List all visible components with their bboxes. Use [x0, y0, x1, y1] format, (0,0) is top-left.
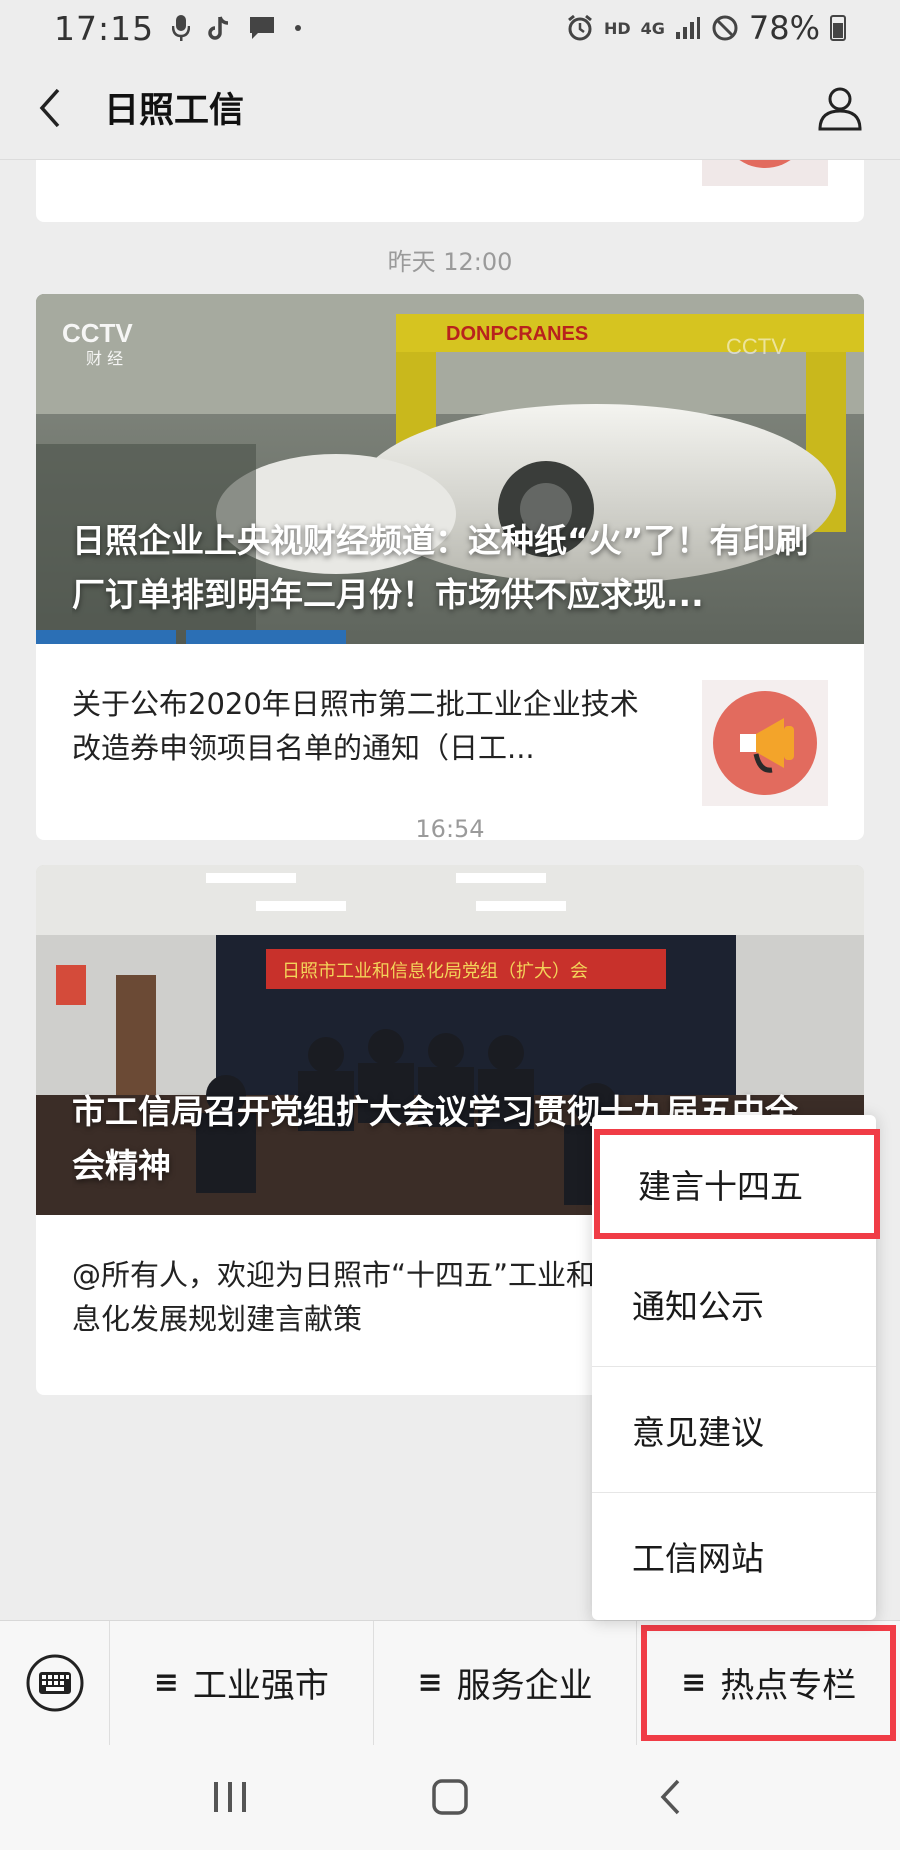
battery-icon — [830, 15, 846, 41]
hot-topics-submenu: 建言十四五 通知公示 意见建议 工信网站 — [592, 1115, 880, 1620]
submenu-item-suggestions[interactable]: 意见建议 — [592, 1367, 876, 1493]
dot-icon — [294, 24, 302, 32]
megaphone-icon — [713, 691, 817, 795]
system-navigation-bar — [0, 1744, 900, 1850]
sub-article[interactable]: 关于公布2020年日照市第二批工业企业技术改造券申领项目名单的通知（日工... — [36, 644, 864, 840]
menu-lines-icon: ≡ — [417, 1665, 443, 1700]
sub-article-title: 关于公布2020年日照市第二批工业企业技术改造券申领项目名单的通知（日工... — [72, 687, 639, 765]
status-left: 17:15 — [54, 9, 302, 48]
message-icon — [248, 15, 276, 41]
recent-apps-icon — [214, 1782, 246, 1812]
menu-lines-icon: ≡ — [681, 1665, 707, 1700]
previous-article-card[interactable] — [36, 160, 864, 222]
chevron-left-icon — [660, 1779, 680, 1815]
submenu-item-notices[interactable]: 通知公示 — [592, 1241, 876, 1367]
submenu-item-jianyan-14-5[interactable]: 建言十四五 — [594, 1129, 880, 1239]
menu-button-service[interactable]: ≡ 服务企业 — [374, 1620, 638, 1745]
tiktok-icon — [208, 15, 230, 41]
keyboard-icon — [26, 1654, 83, 1711]
menu-button-label: 服务企业 — [456, 1666, 593, 1706]
menu-lines-icon: ≡ — [153, 1665, 179, 1700]
keyboard-toggle-button[interactable] — [0, 1620, 110, 1745]
mic-icon — [172, 14, 191, 42]
page-title: 日照工信 — [104, 91, 245, 131]
sub-article-thumbnail — [702, 680, 828, 806]
svg-text:财 经: 财 经 — [86, 349, 123, 368]
menu-button-label: 热点专栏 — [720, 1666, 857, 1706]
home-button[interactable] — [410, 1757, 490, 1837]
article-hero[interactable]: DONPCRANES CCTV 财 经 CCTV 日照企业上央视财经频道：这种纸… — [36, 294, 864, 644]
svg-text:CCTV: CCTV — [726, 334, 786, 359]
signal-icon — [675, 16, 701, 40]
previous-article-thumbnail — [702, 160, 828, 186]
status-time: 17:15 — [54, 8, 155, 48]
svg-text:CCTV: CCTV — [62, 318, 133, 348]
sub-article-title: @所有人，欢迎为日照市“十四五”工业和信息化发展规划建言献策 — [72, 1258, 625, 1336]
profile-button[interactable] — [810, 78, 870, 138]
system-back-button[interactable] — [630, 1757, 710, 1837]
menu-button-hot-topics[interactable]: ≡ 热点专栏 — [637, 1621, 900, 1745]
timestamp: 16:54 — [415, 815, 485, 843]
home-icon — [432, 1779, 468, 1815]
battery-percent: 78% — [748, 9, 820, 47]
status-right: HD 4G 78% — [566, 9, 846, 47]
recent-apps-button[interactable] — [190, 1757, 270, 1837]
network-type-label: 4G — [640, 18, 665, 38]
svg-text:DONPCRANES: DONPCRANES — [446, 323, 588, 345]
chevron-left-icon — [39, 88, 60, 127]
official-account-menu-bar: ≡ 工业强市 ≡ 服务企业 ≡ 热点专栏 — [0, 1620, 900, 1745]
title-bar: 日照工信 — [0, 56, 900, 160]
back-button[interactable] — [30, 78, 70, 138]
timestamp: 昨天 12:00 — [387, 248, 513, 276]
article-card[interactable]: DONPCRANES CCTV 财 经 CCTV 日照企业上央视财经频道：这种纸… — [36, 294, 864, 840]
user-icon — [818, 87, 862, 130]
status-bar: 17:15 HD 4G 78% — [0, 0, 900, 56]
menu-button-label: 工业强市 — [192, 1666, 329, 1706]
submenu-item-website[interactable]: 工信网站 — [592, 1493, 876, 1619]
do-not-disturb-icon — [711, 14, 739, 42]
article-title: 日照企业上央视财经频道：这种纸“火”了！有印刷厂订单排到明年二月份！市场供不应求… — [72, 521, 809, 614]
svg-text:日照市工业和信息化局党组（扩大）会: 日照市工业和信息化局党组（扩大）会 — [282, 961, 588, 982]
menu-button-industry[interactable]: ≡ 工业强市 — [110, 1620, 374, 1745]
network-label: HD — [603, 18, 631, 38]
alarm-icon — [566, 14, 594, 42]
screen: 17:15 HD 4G 78% 日照工信 昨天 12:00 DONPCRANES… — [0, 0, 900, 1850]
